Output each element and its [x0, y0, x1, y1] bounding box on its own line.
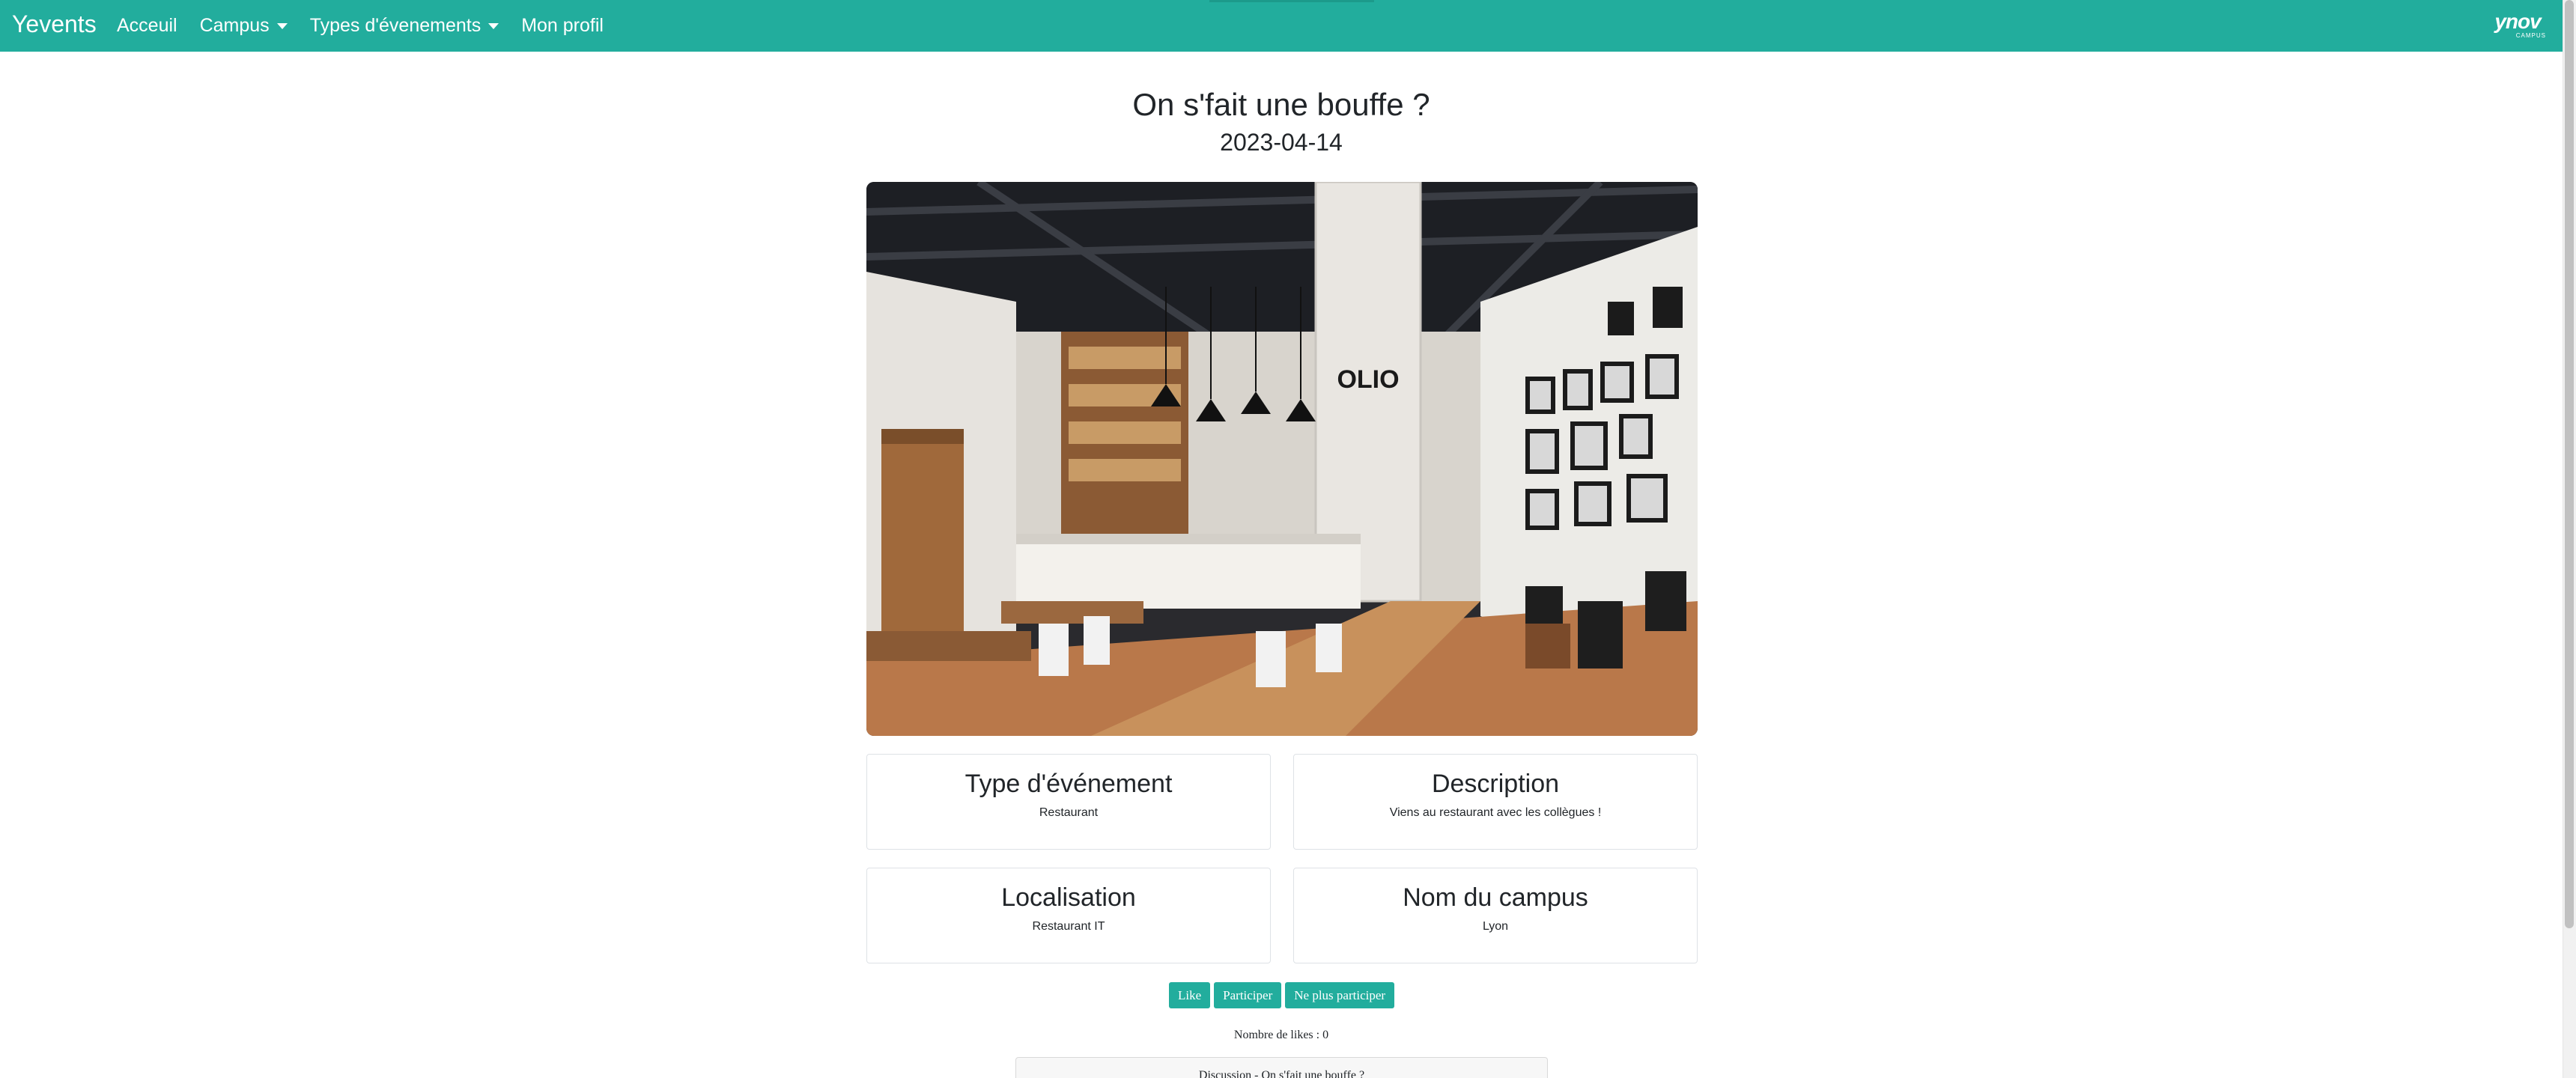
card-event-type: Type d'événement Restaurant: [866, 754, 1271, 850]
restaurant-photo: OLIO: [866, 182, 1698, 736]
card-campus-title: Nom du campus: [1403, 883, 1588, 912]
page-scrollbar[interactable]: [2563, 0, 2576, 1078]
participate-button[interactable]: Participer: [1214, 982, 1282, 1008]
nav-dropdown-event-types[interactable]: Types d'évenements: [310, 15, 499, 37]
card-description-title: Description: [1431, 770, 1560, 798]
card-location: Localisation Restaurant IT: [866, 868, 1271, 963]
card-location-title: Localisation: [1001, 883, 1136, 912]
nav-links: Acceuil Campus Types d'évenements Mon pr…: [117, 15, 626, 37]
navbar-accent: [1209, 0, 1374, 2]
likes-count: Nombre de likes : 0: [1233, 1029, 1329, 1041]
card-description: Description Viens au restaurant avec les…: [1293, 754, 1698, 850]
nav-link-acceuil[interactable]: Acceuil: [117, 15, 177, 37]
unparticipate-button[interactable]: Ne plus participer: [1285, 982, 1395, 1008]
nav-link-profile-label: Mon profil: [521, 15, 604, 36]
ynov-logo-main: ynov: [2494, 10, 2541, 33]
card-event-type-title: Type d'événement: [965, 770, 1173, 798]
nav-dropdown-campus[interactable]: Campus: [200, 15, 288, 37]
card-campus-text: Lyon: [1482, 920, 1509, 933]
like-button[interactable]: Like: [1169, 982, 1211, 1008]
sign-olio: OLIO: [1337, 365, 1399, 394]
scrollbar-thumb[interactable]: [2565, 0, 2574, 928]
event-image: OLIO: [866, 182, 1698, 736]
nav-dropdown-event-types-label: Types d'évenements: [309, 15, 482, 36]
event-actions: Like Participer Ne plus participer: [1169, 982, 1398, 1008]
event-date: 2023-04-14: [1220, 129, 1343, 156]
nav-dropdown-campus-label: Campus: [199, 15, 270, 36]
chevron-down-icon: [276, 22, 288, 29]
card-campus: Nom du campus Lyon: [1293, 868, 1698, 963]
card-description-text: Viens au restaurant avec les collègues !: [1389, 806, 1602, 819]
nav-link-acceuil-label: Acceuil: [117, 15, 177, 36]
chevron-down-icon: [488, 22, 499, 29]
card-location-text: Restaurant IT: [1032, 920, 1105, 933]
nav-link-profile[interactable]: Mon profil: [521, 15, 604, 37]
top-navbar: Yevents Acceuil Campus Types d'évenement…: [0, 0, 2563, 52]
ynov-logo: ynov CAMPUS: [2489, 10, 2546, 40]
event-title: On s'fait une bouffe ?: [1132, 87, 1430, 122]
brand-link[interactable]: Yevents: [12, 10, 97, 38]
discussion-header: Discussion - On s'fait une bouffe ?: [1015, 1057, 1548, 1078]
ynov-logo-sub: CAMPUS: [2515, 32, 2546, 39]
card-event-type-text: Restaurant: [1039, 806, 1099, 819]
